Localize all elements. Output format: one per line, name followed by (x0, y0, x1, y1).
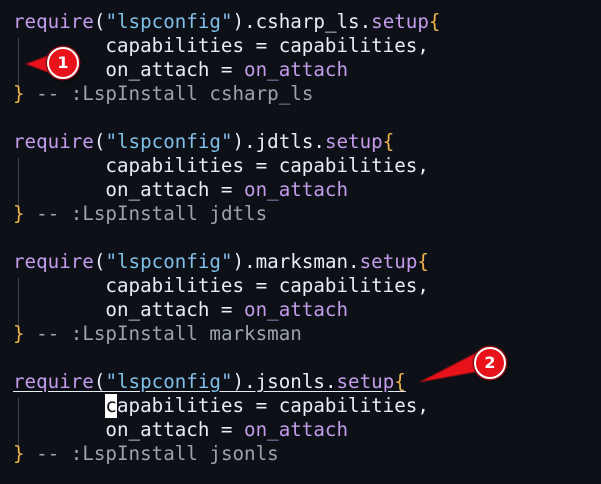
token-require: require (13, 130, 94, 153)
code-line[interactable]: capabilities = capabilities, (13, 274, 428, 298)
text-cursor: c (105, 394, 117, 418)
code-line[interactable]: on_attach = on_attach (13, 418, 348, 442)
code-line[interactable]: capabilities = capabilities, (13, 154, 428, 178)
token-brace: { (382, 130, 395, 153)
token-string: "lspconfig" (105, 130, 233, 153)
token-brace: { (417, 250, 429, 273)
token-require: require (13, 250, 94, 273)
annotation-marker-2: 2 (474, 347, 506, 379)
token-server: .marksman. (244, 250, 360, 273)
annotation-marker-1: 1 (47, 47, 79, 79)
token-require: require (13, 10, 94, 33)
token-server: .jsonls. (244, 370, 337, 393)
token-setup: setup (359, 250, 418, 273)
token-setup: setup (336, 370, 395, 393)
token-brace: { (428, 10, 441, 33)
code-line[interactable]: require("lspconfig").marksman.setup{ (13, 250, 429, 274)
code-line[interactable]: } -- :LspInstall csharp_ls (13, 82, 313, 106)
code-line[interactable]: } -- :LspInstall jsonls (13, 442, 279, 466)
code-line[interactable]: } -- :LspInstall jdtls (13, 202, 267, 226)
code-comment: -- :LspInstall csharp_ls (36, 82, 314, 105)
code-line-current[interactable]: require("lspconfig").jsonls.setup{ (13, 370, 406, 394)
token-server: .csharp_ls. (244, 10, 372, 33)
token-setup: setup (324, 130, 383, 153)
code-editor[interactable]: require("lspconfig").csharp_ls.setup{ ca… (0, 0, 601, 484)
code-comment: -- :LspInstall jdtls (36, 202, 268, 225)
token-string: "lspconfig" (105, 370, 233, 393)
code-line[interactable]: require("lspconfig").jdtls.setup{ (13, 130, 394, 154)
token-setup: setup (371, 10, 429, 33)
token-string: "lspconfig" (105, 10, 233, 33)
code-comment: -- :LspInstall marksman (36, 322, 302, 345)
code-line[interactable]: on_attach = on_attach (13, 298, 348, 322)
token-require: require (13, 370, 94, 393)
code-line[interactable]: on_attach = on_attach (13, 178, 348, 202)
code-comment: -- :LspInstall jsonls (36, 442, 279, 465)
code-line[interactable]: } -- :LspInstall marksman (13, 322, 302, 346)
code-line[interactable]: require("lspconfig").csharp_ls.setup{ (13, 10, 440, 34)
token-string: "lspconfig" (105, 250, 233, 273)
token-brace: { (394, 370, 406, 393)
token-server: .jdtls. (244, 130, 325, 153)
code-line[interactable]: capabilities = capabilities, (13, 394, 429, 418)
